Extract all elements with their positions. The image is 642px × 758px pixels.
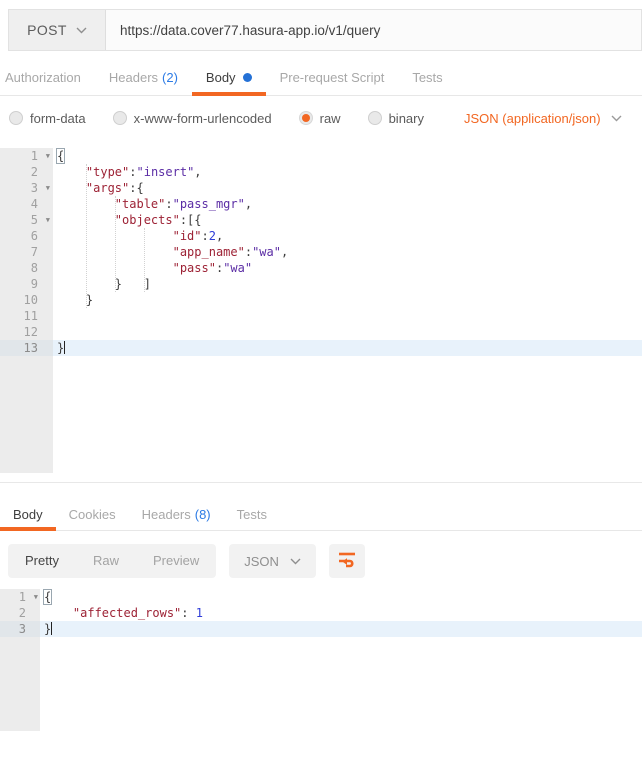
line-number: 7	[30, 245, 38, 259]
response-tab-body[interactable]: Body	[0, 498, 56, 531]
wrap-text-button[interactable]	[328, 544, 365, 578]
response-view-group: Pretty Raw Preview	[8, 544, 217, 578]
line-number: 3 ▼	[30, 180, 50, 196]
code-line[interactable]: {	[40, 589, 642, 605]
code-line[interactable]: "pass":"wa"	[53, 260, 642, 276]
radio-raw[interactable]: raw	[298, 111, 341, 126]
tab-headers[interactable]: Headers (2)	[95, 60, 192, 95]
line-number: 10	[23, 293, 38, 307]
unsaved-changes-dot	[242, 73, 252, 82]
radio-circle-icon	[367, 111, 382, 125]
code-line[interactable]: {	[53, 148, 642, 164]
fold-arrow-icon[interactable]: ▼	[46, 148, 50, 164]
line-number: 9	[30, 277, 38, 291]
text-cursor	[51, 622, 53, 635]
indent-guide	[114, 196, 116, 292]
response-tab-headers[interactable]: Headers (8)	[129, 498, 224, 530]
view-pretty-button[interactable]: Pretty	[8, 544, 76, 578]
fold-arrow-icon[interactable]: ▼	[34, 589, 38, 605]
content-type-select[interactable]: JSON (application/json)	[464, 111, 622, 126]
line-number-gutter: 1 ▼ 2 3 ▼ 4 5 ▼ 6 7 8 9 10 11 12 13	[0, 148, 53, 473]
url-input[interactable]: https://data.cover77.hasura-app.io/v1/qu…	[106, 10, 641, 50]
code-line[interactable]: "type":"insert",	[53, 164, 642, 180]
line-number: 4	[30, 197, 38, 211]
code-line[interactable]: }	[40, 621, 642, 637]
tab-tests[interactable]: Tests	[398, 60, 456, 95]
code-line[interactable]: }	[53, 292, 642, 308]
response-tab-cookies[interactable]: Cookies	[56, 498, 129, 530]
tab-authorization[interactable]: Authorization	[0, 60, 95, 95]
view-preview-button[interactable]: Preview	[136, 544, 216, 578]
http-method-select[interactable]: POST	[9, 10, 106, 50]
line-number: 12	[23, 325, 38, 339]
code-line[interactable]: "id":2,	[53, 228, 642, 244]
response-body-code[interactable]: { "affected_rows": 1}	[40, 589, 642, 731]
line-number-gutter: 1 ▼ 2 3	[0, 589, 40, 731]
line-number: 1 ▼	[18, 589, 38, 605]
request-response-divider	[0, 482, 642, 483]
code-line[interactable]: "table":"pass_mgr",	[53, 196, 642, 212]
response-format-select[interactable]: JSON	[229, 544, 316, 578]
code-line[interactable]	[53, 324, 642, 340]
line-number: 8	[30, 261, 38, 275]
chevron-down-icon	[611, 115, 622, 122]
wrap-text-icon	[337, 550, 357, 573]
url-text: https://data.cover77.hasura-app.io/v1/qu…	[120, 22, 381, 38]
radio-x-www-form-urlencoded[interactable]: x-www-form-urlencoded	[112, 111, 272, 126]
request-url-bar: POST https://data.cover77.hasura-app.io/…	[8, 9, 642, 51]
body-type-bar: form-data x-www-form-urlencoded raw bina…	[0, 96, 642, 140]
view-raw-button[interactable]: Raw	[76, 544, 136, 578]
fold-arrow-icon[interactable]: ▼	[46, 212, 50, 228]
line-number: 13	[0, 340, 53, 356]
line-number: 11	[23, 309, 38, 323]
radio-form-data[interactable]: form-data	[9, 111, 86, 126]
code-line[interactable]: "objects":[{	[53, 212, 642, 228]
line-number: 2	[18, 606, 26, 620]
chevron-down-icon	[290, 558, 301, 565]
http-method-label: POST	[27, 22, 67, 38]
fold-arrow-icon[interactable]: ▼	[46, 180, 50, 196]
line-number: 5 ▼	[30, 212, 50, 228]
line-number: 1 ▼	[30, 148, 50, 164]
line-number: 3	[0, 621, 40, 637]
radio-circle-icon	[9, 111, 23, 125]
headers-count-badge: (2)	[162, 70, 178, 85]
request-body-editor[interactable]: 1 ▼ 2 3 ▼ 4 5 ▼ 6 7 8 9 10 11 12 13 { "type":"insert", …	[0, 148, 642, 473]
code-line[interactable]: } ]	[53, 276, 642, 292]
code-line[interactable]: "args":{	[53, 180, 642, 196]
request-tabs: Authorization Headers (2) Body Pre-reque…	[0, 60, 642, 96]
radio-circle-icon	[112, 111, 127, 125]
response-headers-count-badge: (8)	[194, 506, 211, 522]
response-toolbar: Pretty Raw Preview JSON	[8, 544, 642, 578]
radio-selected-icon	[298, 111, 313, 125]
tab-body[interactable]: Body	[191, 60, 266, 96]
request-body-code[interactable]: { "type":"insert", "args":{ "table":"pas…	[53, 148, 642, 473]
code-line[interactable]: "app_name":"wa",	[53, 244, 642, 260]
line-number: 2	[30, 165, 38, 179]
indent-guide	[85, 164, 87, 308]
response-tab-tests[interactable]: Tests	[224, 498, 280, 530]
response-tabs: Body Cookies Headers (8) Tests	[0, 498, 642, 531]
radio-binary[interactable]: binary	[367, 111, 424, 126]
response-body-viewer[interactable]: 1 ▼ 2 3 { "affected_rows": 1}	[0, 589, 642, 731]
tab-pre-request-script[interactable]: Pre-request Script	[266, 60, 399, 95]
code-line[interactable]	[53, 308, 642, 324]
line-number: 6	[30, 229, 38, 243]
code-line[interactable]: }	[53, 340, 642, 356]
text-cursor	[64, 341, 66, 354]
indent-guide	[143, 228, 145, 292]
code-line[interactable]: "affected_rows": 1	[40, 605, 642, 621]
chevron-down-icon	[76, 27, 87, 34]
